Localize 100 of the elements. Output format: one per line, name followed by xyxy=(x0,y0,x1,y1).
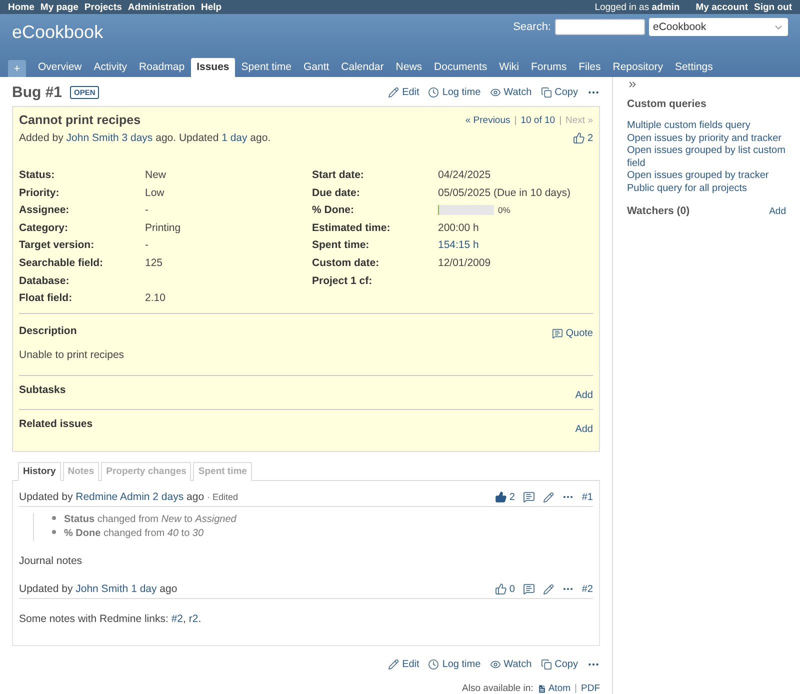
copy-icon xyxy=(540,87,552,98)
history-tab[interactable]: History xyxy=(18,462,61,481)
quote-icon[interactable] xyxy=(522,583,535,595)
text-link[interactable]: r2 xyxy=(188,613,198,625)
menu-tab[interactable]: Gantt xyxy=(297,58,336,77)
previous-link[interactable]: « Previous xyxy=(465,114,510,126)
watch-link[interactable]: Watch xyxy=(490,659,532,670)
text-link[interactable]: Redmine Admin xyxy=(76,491,150,503)
format-link[interactable]: PDF xyxy=(581,683,600,694)
menu-tab[interactable]: Activity xyxy=(88,58,134,77)
query-link[interactable]: Open issues grouped by list custom field xyxy=(627,145,786,170)
account-link[interactable]: Sign out xyxy=(754,2,792,12)
collapse-sidebar-icon[interactable] xyxy=(627,79,638,90)
menu-tab[interactable]: Overview xyxy=(32,58,88,77)
pencil-icon xyxy=(388,659,400,670)
top-menu-link[interactable]: Home xyxy=(8,2,34,12)
attribute-label: Project 1 cf: xyxy=(312,274,374,287)
text-link[interactable]: John Smith xyxy=(76,583,128,595)
attribute-label: Category: xyxy=(19,222,70,234)
menu-tab[interactable]: Files xyxy=(572,58,607,77)
menu-tab[interactable]: Forums xyxy=(524,58,573,77)
sidebar-title: Watchers (0) xyxy=(627,205,690,217)
top-menu-link[interactable]: My page xyxy=(40,2,78,12)
bullet-icon xyxy=(52,516,56,520)
format-link[interactable]: Atom xyxy=(537,683,571,694)
attribute-label: Priority: xyxy=(19,186,60,199)
issue-subject: Cannot print recipes xyxy=(19,113,141,128)
search-label: Search: xyxy=(513,21,551,33)
pencil-icon xyxy=(388,87,400,98)
copy-link[interactable]: Copy xyxy=(540,87,578,98)
issue-title: Bug #1 xyxy=(12,84,62,102)
text-link[interactable]: 2 days xyxy=(152,491,184,503)
account-link[interactable]: My account xyxy=(696,2,748,12)
quote-icon[interactable] xyxy=(522,491,535,503)
journal-notes: Journal notes xyxy=(19,555,82,567)
menu-tab[interactable]: Settings xyxy=(668,58,719,77)
separator: | xyxy=(559,114,562,126)
copy-link[interactable]: Copy xyxy=(540,659,578,670)
attribute-value: - xyxy=(145,239,148,252)
attribute-value: 12/01/2009 xyxy=(438,257,491,270)
menu-tab[interactable]: Issues xyxy=(190,58,236,77)
attribute-label: Custom date: xyxy=(312,257,380,270)
edit-icon[interactable] xyxy=(542,584,554,594)
edit-link[interactable]: Edit xyxy=(388,659,420,670)
top-menu-link[interactable]: Administration xyxy=(128,2,195,12)
menu-tab[interactable]: Roadmap xyxy=(133,58,191,77)
query-link[interactable]: Public query for all projects xyxy=(627,182,786,195)
journal-number[interactable]: #2 xyxy=(582,584,593,594)
attribute-label: Target version: xyxy=(19,239,96,252)
edited-label: · Edited xyxy=(207,492,238,502)
text-link[interactable]: John Smith xyxy=(66,132,119,144)
text-link[interactable]: 1 day xyxy=(222,132,248,144)
project-title: eCookbook xyxy=(12,22,104,43)
section-title: Related issues xyxy=(19,418,93,430)
log-time-link[interactable]: Log time xyxy=(428,659,481,670)
query-link[interactable]: Open issues grouped by tracker xyxy=(627,170,786,182)
top-menu-link[interactable]: Projects xyxy=(84,2,122,12)
separator: | xyxy=(514,114,517,126)
watch-link[interactable]: Watch xyxy=(490,87,532,98)
attribute-label: Assignee: xyxy=(19,204,70,216)
menu-tab[interactable]: Repository xyxy=(606,58,669,77)
text-link[interactable]: 1 day xyxy=(131,583,157,595)
menu-tab[interactable]: News xyxy=(390,58,428,77)
change-detail: % Done changed from 40 to 30 xyxy=(64,528,205,539)
attribute-label: Due date: xyxy=(312,186,361,199)
copy-icon xyxy=(540,659,552,670)
add-link[interactable]: Add xyxy=(575,424,593,435)
top-menu-link[interactable]: Help xyxy=(200,2,222,12)
attribute-value: 200:00 h xyxy=(438,222,479,234)
value-link[interactable]: 154:15 h xyxy=(438,239,479,252)
change-detail: Status changed from New to Assigned xyxy=(64,514,238,525)
query-link[interactable]: Open issues by priority and tracker xyxy=(627,132,786,145)
journal-number[interactable]: #1 xyxy=(582,492,593,502)
edit-link[interactable]: Edit xyxy=(388,87,420,98)
eye-icon xyxy=(490,659,501,670)
text-link[interactable]: 3 days xyxy=(122,132,153,144)
section-title: Description xyxy=(19,324,77,336)
attribute-value: 05/05/2025 (Due in 10 days) xyxy=(438,186,571,199)
attribute-label: Spent time: xyxy=(312,239,370,252)
log-time-link[interactable]: Log time xyxy=(428,87,481,98)
journal-notes: Some notes with Redmine links: #2, r2. xyxy=(19,613,202,625)
add-link[interactable]: Add xyxy=(575,390,593,401)
menu-tab[interactable]: Spent time xyxy=(235,58,298,77)
menu-tab[interactable]: Documents xyxy=(428,58,494,77)
project-select[interactable]: eCookbook xyxy=(649,18,788,36)
edit-icon[interactable] xyxy=(542,492,554,502)
search-field[interactable] xyxy=(555,19,645,35)
attribute-label: Start date: xyxy=(312,169,365,182)
description-text: Unable to print recipes xyxy=(19,349,126,361)
query-link[interactable]: Multiple custom fields query xyxy=(627,120,786,132)
attribute-label: Searchable field: xyxy=(19,257,104,270)
attribute-value: Low xyxy=(145,186,164,199)
attribute-label: % Done: xyxy=(312,204,355,216)
add-link[interactable]: Add xyxy=(769,206,786,216)
bullet-icon xyxy=(52,530,56,534)
separator: | xyxy=(574,683,577,694)
text-link[interactable]: #2 xyxy=(171,613,184,625)
menu-tab[interactable]: Calendar xyxy=(335,58,390,77)
quote-link[interactable]: Quote xyxy=(552,328,593,339)
menu-tab[interactable]: Wiki xyxy=(493,58,525,77)
